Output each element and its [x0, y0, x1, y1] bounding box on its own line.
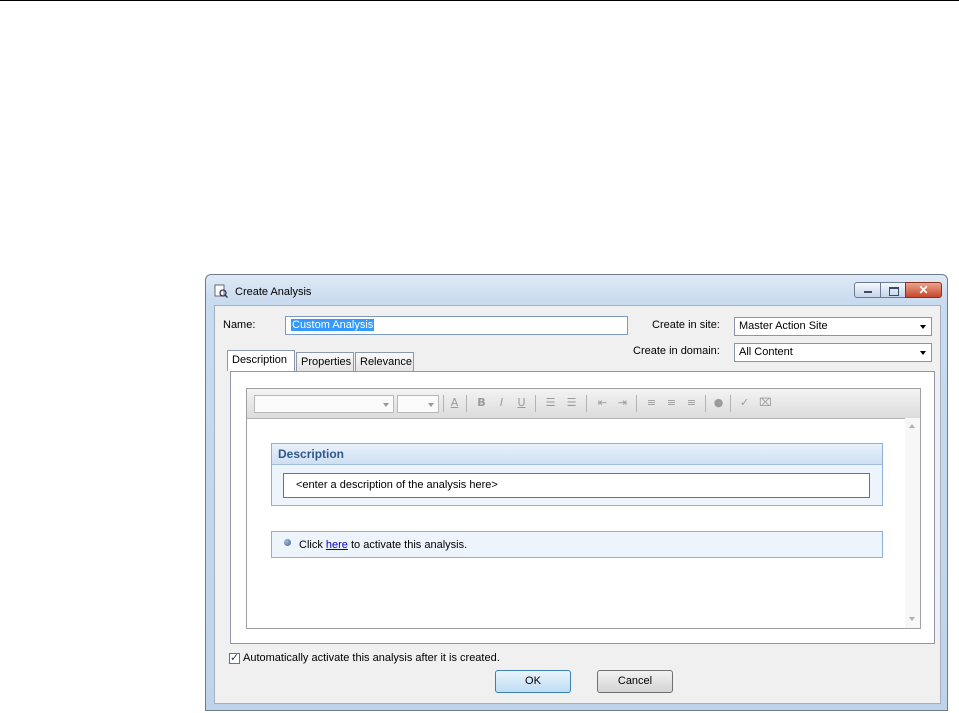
name-label: Name: — [223, 319, 256, 331]
description-placeholder: <enter a description of the analysis her… — [296, 479, 498, 491]
bullet-icon — [284, 539, 291, 546]
underline-icon[interactable]: U — [515, 396, 528, 410]
tab-description[interactable]: Description — [227, 350, 295, 371]
toolbar-separator — [586, 395, 587, 412]
description-heading: Description — [278, 447, 345, 461]
toolbar-separator — [535, 395, 536, 412]
description-header: Description — [272, 444, 882, 465]
numbered-list-icon[interactable]: ☰ — [544, 396, 557, 410]
italic-icon[interactable]: I — [495, 396, 508, 410]
bold-icon[interactable]: B — [475, 396, 488, 410]
activate-text: Click here to activate this analysis. — [299, 539, 467, 551]
tab-properties[interactable]: Properties — [296, 352, 354, 371]
site-select[interactable]: Master Action Site — [734, 317, 932, 336]
toolbar-separator — [730, 395, 731, 412]
cancel-button[interactable]: Cancel — [597, 670, 673, 693]
activate-prefix: Click — [299, 539, 326, 551]
tab-panel-description: A B I U ☰ ☰ ⇤ ⇥ ≡ ≡ ≡ ● ✓ ⌧ Description … — [230, 371, 935, 644]
rich-text-editor[interactable]: A B I U ☰ ☰ ⇤ ⇥ ≡ ≡ ≡ ● ✓ ⌧ Description … — [246, 388, 921, 629]
analysis-icon — [214, 284, 228, 298]
domain-select-value: All Content — [739, 346, 793, 358]
minimize-button[interactable] — [854, 282, 881, 298]
outdent-icon[interactable]: ⇤ — [596, 396, 609, 410]
chevron-down-icon — [920, 351, 926, 355]
scroll-up-icon[interactable] — [909, 424, 915, 428]
toolbar-separator — [466, 395, 467, 412]
close-icon: ✕ — [918, 283, 929, 297]
chevron-down-icon — [920, 325, 926, 329]
editor-toolbar: A B I U ☰ ☰ ⇤ ⇥ ≡ ≡ ≡ ● ✓ ⌧ — [247, 389, 920, 419]
window-title: Create Analysis — [235, 286, 312, 298]
font-color-icon[interactable]: A — [448, 396, 461, 410]
description-field[interactable]: <enter a description of the analysis her… — [283, 473, 870, 498]
name-input[interactable]: Custom Analysis — [285, 316, 628, 335]
clear-format-icon[interactable]: ⌧ — [759, 396, 772, 410]
align-center-icon[interactable]: ≡ — [665, 396, 678, 410]
toolbar-separator — [443, 395, 444, 412]
tab-relevance[interactable]: Relevance — [355, 352, 414, 371]
font-size-select[interactable] — [397, 395, 439, 413]
font-family-select[interactable] — [254, 395, 394, 413]
bullet-list-icon[interactable]: ☰ — [565, 396, 578, 410]
ok-button[interactable]: OK — [495, 670, 571, 693]
activate-suffix: to activate this analysis. — [347, 539, 468, 551]
scroll-down-icon[interactable] — [909, 617, 915, 621]
editor-scrollbar[interactable] — [905, 418, 920, 628]
top-rule — [0, 0, 959, 1]
description-section: Description <enter a description of the … — [271, 443, 883, 506]
name-input-value: Custom Analysis — [291, 319, 375, 331]
site-select-value: Master Action Site — [739, 320, 828, 332]
close-button[interactable]: ✕ — [905, 282, 942, 298]
toolbar-separator — [705, 395, 706, 412]
domain-label: Create in domain: — [633, 345, 720, 357]
dialog-body: Name: Custom Analysis Create in site: Ma… — [214, 305, 941, 704]
indent-icon[interactable]: ⇥ — [616, 396, 629, 410]
spellcheck-icon[interactable]: ✓ — [738, 396, 751, 410]
activate-link[interactable]: here — [326, 539, 348, 551]
domain-select[interactable]: All Content — [734, 343, 932, 362]
create-analysis-dialog: Create Analysis ✕ Name: Custom Analysis … — [205, 274, 948, 711]
auto-activate-label: Automatically activate this analysis aft… — [243, 652, 500, 664]
toolbar-separator — [636, 395, 637, 412]
title-bar[interactable]: Create Analysis ✕ — [206, 275, 947, 305]
auto-activate-checkbox[interactable] — [229, 651, 240, 664]
align-left-icon[interactable]: ≡ — [645, 396, 658, 410]
maximize-button[interactable] — [880, 282, 906, 298]
link-icon[interactable]: ● — [712, 396, 725, 410]
align-right-icon[interactable]: ≡ — [685, 396, 698, 410]
activate-section: Click here to activate this analysis. — [271, 531, 883, 558]
site-label: Create in site: — [652, 319, 720, 331]
